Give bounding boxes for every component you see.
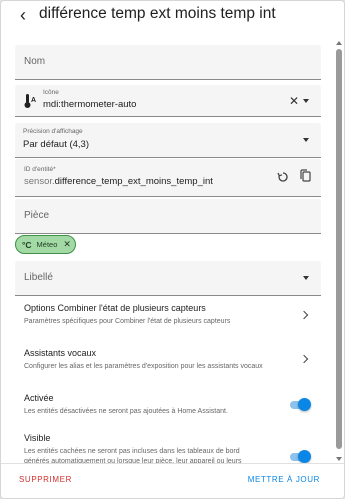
update-button[interactable]: METTRE À JOUR <box>248 475 320 484</box>
voice-assistants-row[interactable]: Assistants vocaux Configurer les alias e… <box>24 348 324 372</box>
name-field[interactable]: Nom <box>15 45 321 80</box>
chevron-down-icon[interactable] <box>303 138 309 142</box>
voice-assistants-description: Configurer les alias et les paramètres d… <box>24 363 263 370</box>
icon-field-value: mdi:thermometer-auto <box>43 99 137 110</box>
options-combine-title: Options Combiner l'état de plusieurs cap… <box>24 303 206 313</box>
entity-id-text: sensor.difference_temp_ext_moins_temp_in… <box>24 176 213 187</box>
toggle-thumb <box>298 450 311 463</box>
chip-unit-icon: °C <box>22 239 32 250</box>
label-select[interactable]: Libellé <box>15 261 321 296</box>
entity-id-field[interactable]: ID d'entité* sensor.difference_temp_ext_… <box>15 159 321 197</box>
entity-settings-dialog: ‹ différence temp ext moins temp int Nom… <box>0 0 345 499</box>
enabled-description: Les entités désactivées ne seront pas aj… <box>24 408 228 415</box>
delete-button[interactable]: SUPPRIMER <box>19 475 72 484</box>
precision-label: Précision d'affichage <box>23 128 83 135</box>
chip-remove-icon[interactable]: ✕ <box>63 239 71 250</box>
toggle-thumb <box>298 398 311 411</box>
back-arrow-icon[interactable]: ‹ <box>15 6 31 24</box>
copy-icon[interactable] <box>299 169 311 187</box>
label-placeholder: Libellé <box>24 272 53 283</box>
scroll-up-icon[interactable] <box>336 41 342 45</box>
icon-field-label: Icône <box>43 89 59 96</box>
voice-assistants-title: Assistants vocaux <box>24 348 97 358</box>
entity-id-label: ID d'entité* <box>24 166 56 173</box>
label-chip-meteo[interactable]: °C Méteo ✕ <box>15 235 76 254</box>
entity-id-prefix: sensor. <box>24 176 55 187</box>
entity-id-value: difference_temp_ext_moins_temp_int <box>54 176 213 187</box>
restore-icon[interactable] <box>277 170 289 188</box>
name-placeholder: Nom <box>24 56 46 67</box>
dialog-header: ‹ différence temp ext moins temp int <box>1 1 344 35</box>
dialog-footer: SUPPRIMER METTRE À JOUR <box>1 463 344 498</box>
scroll-thumb[interactable] <box>336 49 342 449</box>
dialog-content: Nom A Icône mdi:thermometer-auto ✕ Préci… <box>1 35 344 465</box>
chevron-down-icon[interactable] <box>303 99 309 103</box>
enabled-row: Activée Les entités désactivées ne seron… <box>24 393 284 417</box>
options-combine-description: Paramètres spécifiques pour Combiner l'é… <box>24 318 231 325</box>
chip-label: Méteo <box>36 240 58 249</box>
dialog-title: différence temp ext moins temp int <box>39 5 276 22</box>
clear-icon[interactable]: ✕ <box>289 94 299 108</box>
chevron-down-icon[interactable] <box>303 276 309 280</box>
scroll-down-icon[interactable] <box>336 457 342 461</box>
visible-row: Visible Les entités cachées ne seront pa… <box>24 433 289 467</box>
scrollbar[interactable] <box>335 35 344 463</box>
visible-toggle[interactable] <box>290 450 311 464</box>
precision-select[interactable]: Précision d'affichage Par défaut (4,3) <box>15 123 321 158</box>
visible-title: Visible <box>24 433 51 443</box>
precision-value: Par défaut (4,3) <box>23 139 90 150</box>
enabled-title: Activée <box>24 393 54 403</box>
enabled-toggle[interactable] <box>290 398 311 412</box>
svg-text:A: A <box>31 97 36 104</box>
area-field[interactable]: Pièce <box>15 199 321 234</box>
options-combine-row[interactable]: Options Combiner l'état de plusieurs cap… <box>24 303 324 327</box>
thermometer-auto-icon: A <box>24 93 38 109</box>
area-placeholder: Pièce <box>24 210 50 221</box>
visible-description-line-1: Les entités cachées ne seront pas inclus… <box>24 448 240 455</box>
icon-field[interactable]: A Icône mdi:thermometer-auto ✕ <box>15 85 321 117</box>
